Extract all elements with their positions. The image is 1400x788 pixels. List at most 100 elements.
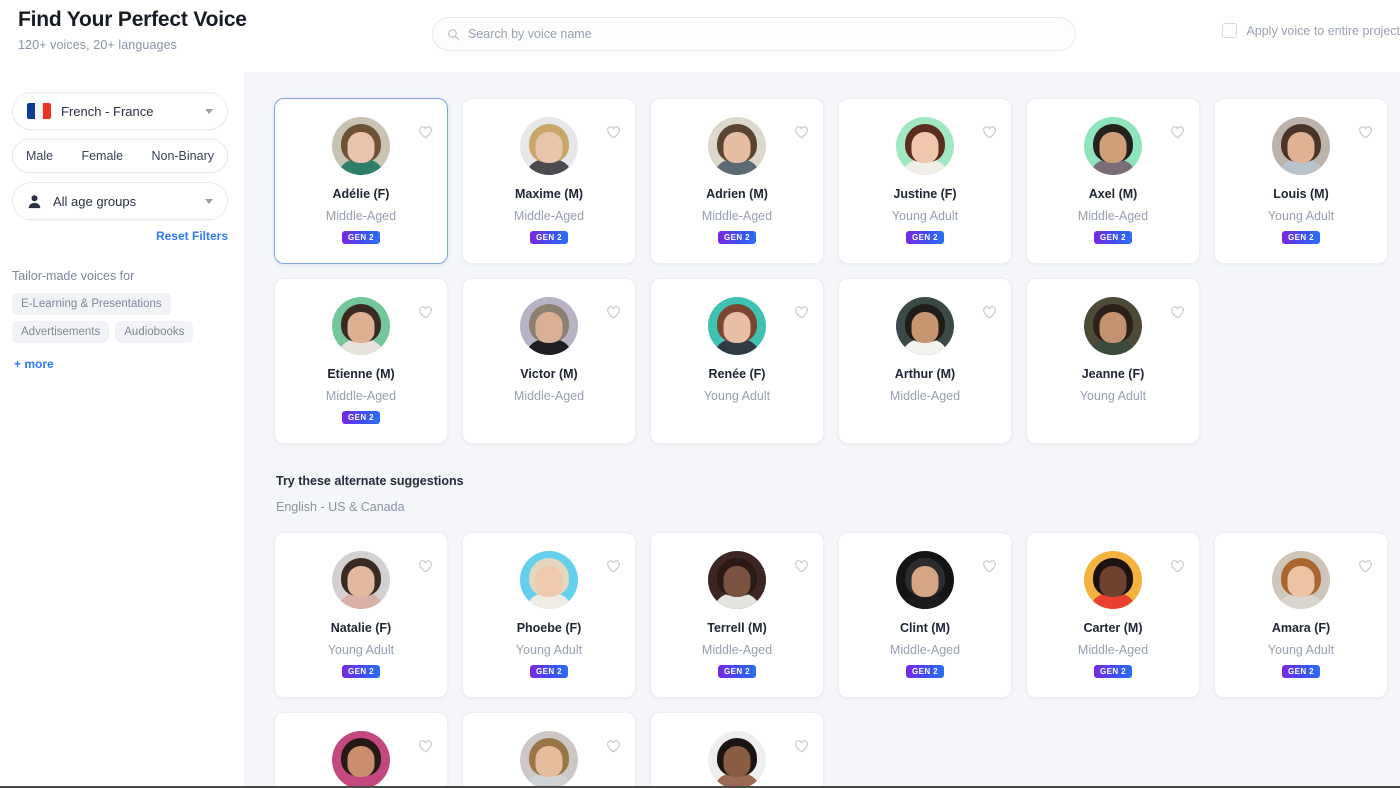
favorite-heart-icon[interactable] [982, 125, 997, 140]
favorite-heart-icon[interactable] [606, 559, 621, 574]
favorite-heart-icon[interactable] [418, 739, 433, 754]
gen2-badge: GEN 2 [1093, 231, 1132, 244]
voice-card[interactable] [274, 712, 448, 786]
gen2-badge: GEN 2 [341, 411, 380, 424]
favorite-heart-icon[interactable] [794, 305, 809, 320]
voice-name: Phoebe (F) [516, 621, 582, 635]
voice-name: Amara (F) [1271, 621, 1331, 635]
avatar-face [1099, 132, 1127, 163]
voice-card[interactable]: Amara (F) Young Adult GEN 2 [1214, 532, 1388, 698]
avatar-face [1099, 566, 1127, 597]
favorite-heart-icon[interactable] [982, 559, 997, 574]
avatar [332, 551, 390, 609]
reset-filters-button[interactable]: Reset Filters [12, 229, 228, 243]
favorite-heart-icon[interactable] [418, 125, 433, 140]
voice-card[interactable]: Phoebe (F) Young Adult GEN 2 [462, 532, 636, 698]
avatar [332, 117, 390, 175]
favorite-heart-icon[interactable] [418, 305, 433, 320]
person-icon [28, 194, 41, 208]
voice-name: Maxime (M) [514, 187, 584, 201]
voice-card[interactable]: Arthur (M) Middle-Aged [838, 278, 1012, 444]
voice-name: Adélie (F) [332, 187, 390, 201]
gen2-badge: GEN 2 [341, 665, 380, 678]
voice-name: Justine (F) [893, 187, 957, 201]
tag-elearning[interactable]: E-Learning & Presentations [12, 293, 171, 315]
voice-card[interactable]: Terrell (M) Middle-Aged GEN 2 [650, 532, 824, 698]
voice-age-group: Middle-Aged [325, 209, 397, 223]
voice-card[interactable]: Carter (M) Middle-Aged GEN 2 [1026, 532, 1200, 698]
avatar [896, 117, 954, 175]
voice-age-group: Middle-Aged [701, 643, 773, 657]
voice-age-group: Young Adult [891, 209, 959, 223]
voice-card[interactable] [462, 712, 636, 786]
voice-name: Renée (F) [708, 367, 766, 381]
voice-card[interactable]: Renée (F) Young Adult [650, 278, 824, 444]
gen2-badge: GEN 2 [717, 665, 756, 678]
avatar-face [723, 566, 751, 597]
voice-age-group: Middle-Aged [889, 389, 961, 403]
avatar-face [347, 132, 375, 163]
favorite-heart-icon[interactable] [1170, 125, 1185, 140]
favorite-heart-icon[interactable] [606, 305, 621, 320]
voice-card[interactable]: Victor (M) Middle-Aged [462, 278, 636, 444]
title-block: Find Your Perfect Voice 120+ voices, 20+… [18, 8, 247, 52]
voice-name: Axel (M) [1088, 187, 1138, 201]
favorite-heart-icon[interactable] [606, 739, 621, 754]
voice-card[interactable]: Clint (M) Middle-Aged GEN 2 [838, 532, 1012, 698]
voice-name: Victor (M) [520, 367, 578, 381]
favorite-heart-icon[interactable] [606, 125, 621, 140]
favorite-heart-icon[interactable] [982, 305, 997, 320]
gen2-badge: GEN 2 [529, 231, 568, 244]
apply-voice-checkbox[interactable] [1222, 23, 1238, 38]
tag-advertisements[interactable]: Advertisements [12, 321, 110, 343]
age-group-dropdown[interactable]: All age groups [12, 182, 228, 220]
favorite-heart-icon[interactable] [1358, 559, 1373, 574]
gender-option-non-binary[interactable]: Non-Binary [151, 149, 214, 163]
favorite-heart-icon[interactable] [1358, 125, 1373, 140]
voice-age-group: Middle-Aged [513, 389, 585, 403]
voice-card[interactable]: Maxime (M) Middle-Aged GEN 2 [462, 98, 636, 264]
favorite-heart-icon[interactable] [794, 559, 809, 574]
voice-name: Terrell (M) [707, 621, 767, 635]
avatar [708, 731, 766, 786]
voice-card[interactable]: Jeanne (F) Young Adult [1026, 278, 1200, 444]
gender-option-female[interactable]: Female [81, 149, 123, 163]
avatar [332, 297, 390, 355]
apply-voice-toggle[interactable]: Apply voice to entire project [1222, 23, 1400, 38]
avatar-face [1099, 312, 1127, 343]
gen2-badge: GEN 2 [529, 665, 568, 678]
voice-card[interactable]: Etienne (M) Middle-Aged GEN 2 [274, 278, 448, 444]
gender-option-male[interactable]: Male [26, 149, 53, 163]
gender-filter-group[interactable]: Male Female Non-Binary [12, 139, 228, 173]
voice-age-group: Middle-Aged [1077, 209, 1149, 223]
voice-name: Clint (M) [900, 621, 950, 635]
language-dropdown[interactable]: French - France [12, 92, 228, 130]
favorite-heart-icon[interactable] [794, 125, 809, 140]
voice-grid-area: Adélie (F) Middle-Aged GEN 2 Maxime (M) Midd… [244, 72, 1400, 786]
avatar-face [535, 132, 563, 163]
avatar [520, 731, 578, 786]
voice-card[interactable]: Adélie (F) Middle-Aged GEN 2 [274, 98, 448, 264]
voice-card[interactable]: Natalie (F) Young Adult GEN 2 [274, 532, 448, 698]
voice-card[interactable]: Justine (F) Young Adult GEN 2 [838, 98, 1012, 264]
tailor-made-heading: Tailor-made voices for [12, 269, 135, 283]
avatar [520, 551, 578, 609]
search-input[interactable]: Search by voice name [432, 17, 1076, 51]
voice-age-group: Young Adult [1079, 389, 1147, 403]
voice-name: Louis (M) [1273, 187, 1329, 201]
favorite-heart-icon[interactable] [418, 559, 433, 574]
voice-card[interactable] [650, 712, 824, 786]
avatar [1084, 117, 1142, 175]
avatar-face [1287, 132, 1315, 163]
voice-name: Etienne (M) [327, 367, 395, 381]
voice-name: Adrien (M) [706, 187, 768, 201]
favorite-heart-icon[interactable] [1170, 305, 1185, 320]
avatar [332, 731, 390, 786]
favorite-heart-icon[interactable] [794, 739, 809, 754]
voice-card[interactable]: Adrien (M) Middle-Aged GEN 2 [650, 98, 824, 264]
favorite-heart-icon[interactable] [1170, 559, 1185, 574]
more-tags-button[interactable]: + more [14, 357, 228, 371]
voice-card[interactable]: Louis (M) Young Adult GEN 2 [1214, 98, 1388, 264]
tag-audiobooks[interactable]: Audiobooks [115, 321, 194, 343]
voice-card[interactable]: Axel (M) Middle-Aged GEN 2 [1026, 98, 1200, 264]
